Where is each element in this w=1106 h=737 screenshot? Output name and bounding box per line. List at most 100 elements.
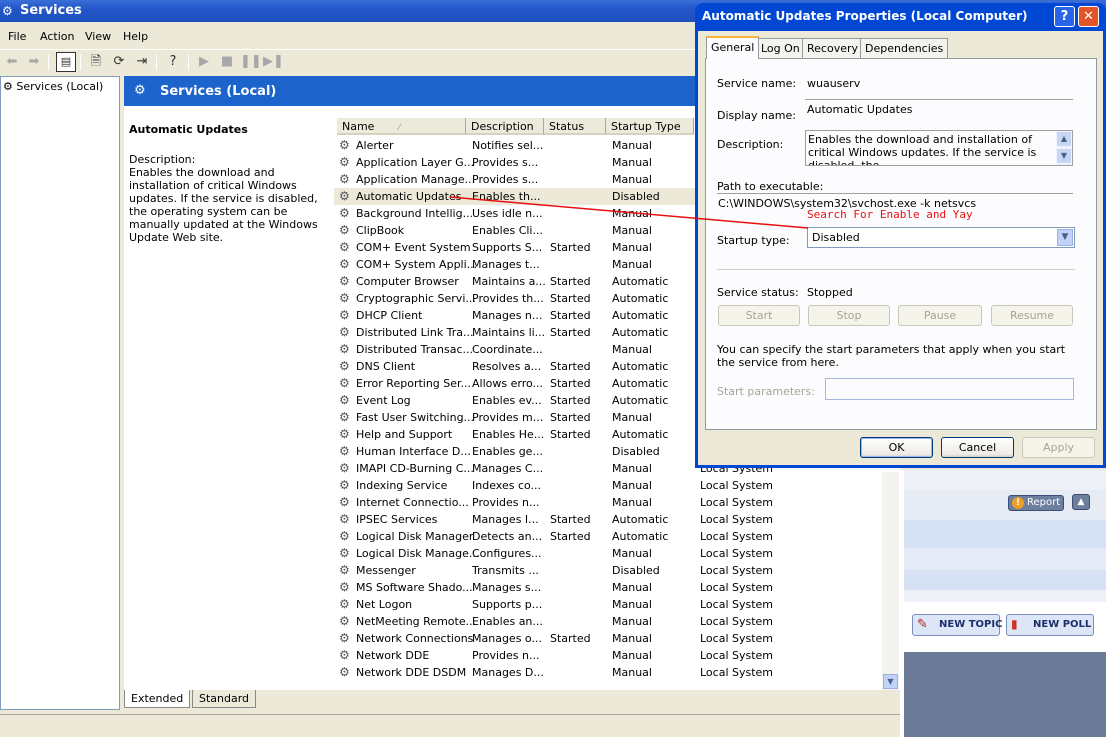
service-startup-cell: Manual: [612, 156, 652, 169]
menu-action[interactable]: Action: [40, 30, 74, 43]
list-scrollbar[interactable]: ▼: [882, 472, 899, 690]
description-scrollbar[interactable]: ▲ ▼: [1056, 131, 1072, 165]
service-logon-cell: Local System: [700, 564, 774, 577]
table-row[interactable]: ⚙ Net Logon Supports p... Manual Local Syste…: [334, 596, 884, 613]
close-button[interactable]: ✕: [1078, 6, 1099, 27]
stop-icon[interactable]: ■: [217, 52, 237, 72]
scroll-top-icon[interactable]: ▲: [1072, 494, 1090, 510]
help-icon[interactable]: ?: [163, 52, 183, 72]
chevron-down-icon[interactable]: ▼: [1057, 229, 1073, 246]
service-gear-icon: ⚙: [339, 512, 350, 526]
scroll-down-icon[interactable]: ▼: [1057, 149, 1071, 163]
tab-dependencies[interactable]: Dependencies: [860, 38, 949, 58]
service-startup-cell: Automatic: [612, 513, 669, 526]
play-icon[interactable]: ▶: [194, 52, 214, 72]
new-poll-button[interactable]: ▮ NEW POLL: [1006, 614, 1094, 636]
export-list-icon[interactable]: ⇥: [132, 52, 152, 72]
menu-help[interactable]: Help: [123, 30, 148, 43]
ok-button[interactable]: OK: [860, 437, 933, 458]
service-description-cell: Enables He...: [472, 428, 545, 441]
service-logon-cell: Local System: [700, 513, 774, 526]
column-header-name[interactable]: Name ⁄: [337, 118, 466, 135]
service-name-cell: Net Logon: [356, 598, 413, 611]
service-description-cell: Enables an...: [472, 615, 543, 628]
service-description-cell: Provides m...: [472, 411, 544, 424]
service-logon-cell: Local System: [700, 615, 774, 628]
refresh-icon[interactable]: ⟳: [109, 52, 129, 72]
table-row[interactable]: ⚙ Network DDE DSDM Manages D... Manual Local…: [334, 664, 884, 681]
column-header-status[interactable]: Status: [544, 118, 606, 135]
service-name-cell: Error Reporting Ser...: [356, 377, 472, 390]
restart-icon[interactable]: ▶❚: [263, 52, 284, 72]
pause-icon[interactable]: ❚❚: [240, 52, 262, 72]
service-name-cell: IPSEC Services: [356, 513, 438, 526]
help-button[interactable]: ?: [1054, 6, 1075, 27]
back-arrow-icon[interactable]: ⬅: [2, 52, 22, 72]
table-row[interactable]: ⚙ Network DDE Provides n... Manual Local Sys…: [334, 647, 884, 664]
table-row[interactable]: ⚙ Logical Disk Manage... Configures... Manu…: [334, 545, 884, 562]
services-gear-icon: ⚙: [2, 4, 13, 18]
table-row[interactable]: ⚙ Messenger Transmits ... Disabled Local Sys…: [334, 562, 884, 579]
service-gear-icon: ⚙: [339, 359, 350, 373]
scroll-up-icon[interactable]: ▲: [1057, 132, 1071, 146]
tab-extended[interactable]: Extended: [124, 690, 191, 708]
scroll-down-icon[interactable]: ▼: [883, 674, 898, 689]
column-header-startup-type[interactable]: Startup Type: [606, 118, 694, 135]
service-logon-cell: Local System: [700, 530, 774, 543]
services-gear-icon: ⚙: [134, 83, 146, 98]
tab-recovery[interactable]: Recovery: [802, 38, 864, 58]
startup-type-select[interactable]: Disabled ▼: [807, 227, 1075, 248]
table-row[interactable]: ⚙ MS Software Shado... Manages s... Manual L…: [334, 579, 884, 596]
new-topic-button[interactable]: ✎ NEW TOPIC: [912, 614, 1002, 636]
menu-view[interactable]: View: [85, 30, 111, 43]
service-startup-cell: Automatic: [612, 360, 669, 373]
service-name-cell: DHCP Client: [356, 309, 423, 322]
service-startup-cell: Manual: [612, 207, 652, 220]
service-gear-icon: ⚙: [339, 563, 350, 577]
table-row[interactable]: ⚙ NetMeeting Remote... Enables an... Manual…: [334, 613, 884, 630]
apply-button[interactable]: Apply: [1022, 437, 1095, 458]
show-hide-tree-icon[interactable]: ▤: [56, 52, 76, 72]
cancel-button[interactable]: Cancel: [941, 437, 1014, 458]
report-button[interactable]: ! Report: [1008, 495, 1064, 511]
stop-button[interactable]: Stop: [808, 305, 890, 326]
table-row[interactable]: ⚙ Internet Connectio... Provides n... Manua…: [334, 494, 884, 511]
start-params-input[interactable]: [825, 378, 1074, 400]
service-status-cell: Started: [550, 360, 591, 373]
service-description-cell: Allows erro...: [472, 377, 543, 390]
service-name-cell: Human Interface D...: [356, 445, 471, 458]
tab-standard[interactable]: Standard: [192, 690, 257, 708]
properties-icon[interactable]: 🗎: [86, 52, 106, 72]
menu-file[interactable]: File: [8, 30, 26, 43]
service-gear-icon: ⚙: [339, 410, 350, 424]
properties-dialog: Automatic Updates Properties (Local Comp…: [695, 3, 1106, 468]
warning-icon: !: [1012, 497, 1024, 509]
table-row[interactable]: ⚙ Logical Disk Manager Detects an... Starte…: [334, 528, 884, 545]
resume-button[interactable]: Resume: [991, 305, 1073, 326]
service-status-label: Service status:: [717, 286, 799, 299]
service-description-cell: Indexes co...: [472, 479, 542, 492]
table-row[interactable]: ⚙ IPSEC Services Manages I... Started Automa…: [334, 511, 884, 528]
description-field[interactable]: Enables the download and installation of…: [805, 130, 1073, 166]
service-description-cell: Maintains a...: [472, 275, 546, 288]
service-description-cell: Manages D...: [472, 666, 544, 679]
service-gear-icon: ⚙: [339, 342, 350, 356]
table-row[interactable]: ⚙ Indexing Service Indexes co... Manual Loca…: [334, 477, 884, 494]
service-description-cell: Manages t...: [472, 258, 540, 271]
tab-general[interactable]: General: [706, 36, 760, 59]
column-header-description[interactable]: Description: [466, 118, 544, 135]
service-startup-cell: Manual: [612, 224, 652, 237]
tab-log-on[interactable]: Log On: [756, 38, 805, 58]
service-gear-icon: ⚙: [339, 240, 350, 254]
start-button[interactable]: Start: [718, 305, 800, 326]
service-logon-cell: Local System: [700, 496, 774, 509]
display-name-field[interactable]: Automatic Updates: [805, 99, 1073, 121]
service-logon-cell: Local System: [700, 479, 774, 492]
pause-button[interactable]: Pause: [898, 305, 982, 326]
forward-arrow-icon[interactable]: ➡: [24, 52, 44, 72]
service-gear-icon: ⚙: [339, 223, 350, 237]
service-description-cell: Enables Cli...: [472, 224, 543, 237]
table-row[interactable]: ⚙ Network Connections Manages o... Started M…: [334, 630, 884, 647]
tree-node-services-local[interactable]: ⚙ Services (Local): [3, 80, 103, 93]
path-label: Path to executable:: [717, 180, 824, 193]
